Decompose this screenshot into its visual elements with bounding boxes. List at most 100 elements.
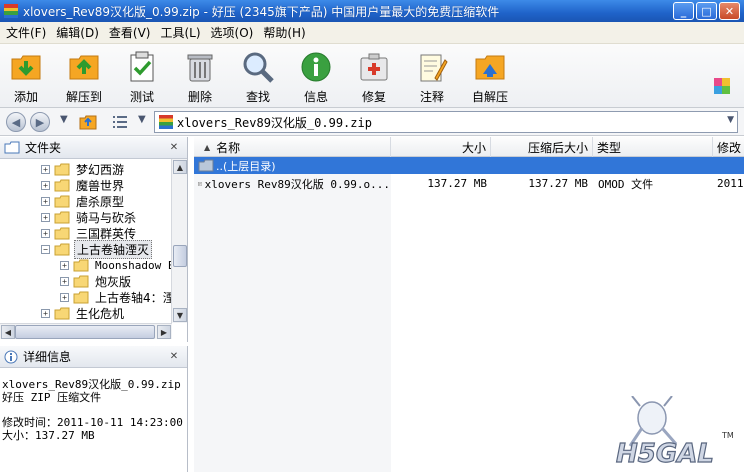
details-filename: xlovers_Rev89汉化版_0.99.zip: [2, 378, 181, 391]
tree-item[interactable]: + 梦幻西游: [41, 161, 126, 177]
history-dropdown-icon[interactable]: ▼: [60, 114, 68, 125]
column-header-name[interactable]: ▲ 名称: [194, 137, 391, 157]
details-panel-header: 详细信息 ✕: [0, 346, 187, 368]
tree-item-label: 炮灰版: [95, 274, 132, 289]
info-button[interactable]: 信息: [287, 50, 345, 105]
folder-panel-header: 文件夹 ✕: [0, 137, 187, 159]
parent-directory-row[interactable]: ..(上层目录): [194, 157, 744, 174]
up-folder-icon[interactable]: [79, 113, 97, 130]
collapse-icon[interactable]: −: [41, 244, 50, 254]
details-filetype: 好压 ZIP 压缩文件: [2, 391, 102, 404]
scroll-down-icon[interactable]: ▼: [173, 308, 187, 322]
close-details-panel-icon[interactable]: ✕: [167, 349, 181, 363]
tree-item-label: 魔兽世界: [76, 178, 125, 193]
tree-item-label: 上古卷轴湮灭: [74, 239, 153, 259]
add-button[interactable]: 添加: [0, 50, 55, 105]
info-icon: [4, 350, 18, 363]
delete-label: 删除: [187, 90, 212, 104]
test-button[interactable]: 测试: [113, 50, 171, 105]
close-folder-panel-icon[interactable]: ✕: [167, 140, 181, 154]
find-button[interactable]: 查找: [229, 50, 287, 105]
folder-icon: [73, 275, 89, 287]
menu-options[interactable]: 选项(O): [207, 24, 258, 41]
delete-button[interactable]: 删除: [171, 50, 229, 105]
maximize-button[interactable]: □: [696, 2, 717, 20]
address-field[interactable]: xlovers_Rev89汉化版_0.99.zip ▼: [154, 111, 738, 133]
address-dropdown-icon[interactable]: ▼: [727, 115, 734, 125]
view-dropdown-icon[interactable]: ▼: [138, 114, 146, 125]
menu-file[interactable]: 文件(F): [2, 24, 50, 41]
expand-icon[interactable]: +: [60, 292, 69, 302]
expand-icon[interactable]: +: [41, 164, 50, 174]
trash-icon: [187, 54, 213, 82]
menu-view[interactable]: 查看(V): [105, 24, 155, 41]
close-button[interactable]: ✕: [719, 2, 740, 20]
tree-item-label: 生化危机: [76, 306, 125, 321]
first-aid-kit-icon: [360, 53, 388, 81]
tree-item[interactable]: + 骑马与砍杀: [41, 209, 138, 225]
notepad-pencil-icon: [420, 54, 448, 82]
column-header-type[interactable]: 类型: [593, 137, 713, 157]
view-mode-icon[interactable]: [112, 115, 128, 129]
folder-icon: [73, 291, 89, 303]
folder-tree: + 梦幻西游 + 魔兽世界 + 虐杀原型 + 骑马与砍杀 + 三国群英传 − 上…: [0, 159, 172, 323]
menu-tools[interactable]: 工具(L): [156, 24, 204, 41]
sort-ascending-icon: ▲: [204, 142, 211, 152]
scroll-thumb[interactable]: [173, 245, 187, 267]
menu-edit[interactable]: 编辑(D): [52, 24, 103, 41]
file-size: 137.27 MB: [427, 177, 487, 190]
folder-tree-hscrollbar[interactable]: ◀ ▶: [0, 323, 172, 339]
folder-icon: [54, 227, 70, 239]
find-label: 查找: [245, 90, 270, 104]
extract-folder-icon: [69, 55, 99, 80]
h5gal-watermark-logo: H5GAL TM: [615, 396, 734, 468]
expand-icon[interactable]: +: [41, 196, 50, 206]
tree-item-selected[interactable]: − 上古卷轴湮灭: [41, 239, 153, 259]
comment-button[interactable]: 注释: [403, 50, 461, 105]
back-button[interactable]: ◀: [6, 112, 26, 132]
tree-item-label: 骑马与砍杀: [76, 210, 137, 225]
info-label: 信息: [303, 90, 328, 104]
tree-item[interactable]: + 炮灰版: [60, 273, 133, 289]
folder-icon: [54, 179, 70, 191]
window-title: xlovers_Rev89汉化版_0.99.zip - 好压 (2345旗下产品…: [23, 4, 500, 19]
tree-item[interactable]: + 虐杀原型: [41, 193, 126, 209]
test-label: 测试: [129, 90, 154, 104]
expand-icon[interactable]: +: [60, 260, 69, 270]
minimize-button[interactable]: _: [673, 2, 694, 20]
tree-item[interactable]: + 生化危机: [41, 305, 126, 321]
folder-icon: [54, 163, 70, 175]
sfx-button[interactable]: 自解压: [461, 50, 519, 105]
scroll-right-icon[interactable]: ▶: [157, 325, 171, 339]
folder-tree-vscrollbar[interactable]: ▲ ▼: [171, 159, 187, 323]
address-bar: ◀ ▶ ▼ ▼ xlovers_Rev89汉化版_0.99.zip ▼: [0, 108, 744, 136]
expand-icon[interactable]: +: [60, 276, 69, 286]
tree-item[interactable]: + 上古卷轴4：湮: [60, 289, 172, 305]
scroll-up-icon[interactable]: ▲: [173, 160, 187, 174]
expand-icon[interactable]: +: [41, 180, 50, 190]
column-header-packed-size[interactable]: 压缩后大小: [491, 137, 593, 157]
comment-label: 注释: [419, 90, 444, 104]
haozip-app-icon: [4, 4, 18, 18]
scroll-thumb[interactable]: [15, 325, 155, 339]
table-row[interactable]: xlovers Rev89汉化版 0.99.o... 137.27 MB 137…: [194, 175, 744, 192]
column-header-size[interactable]: 大小: [391, 137, 491, 157]
expand-icon[interactable]: +: [41, 228, 50, 238]
tree-item[interactable]: + Moonshadow E: [60, 257, 172, 273]
menu-help[interactable]: 帮助(H): [259, 24, 309, 41]
expand-icon[interactable]: +: [41, 308, 50, 318]
expand-icon[interactable]: +: [41, 212, 50, 222]
tree-item[interactable]: + 魔兽世界: [41, 177, 126, 193]
extract-to-button[interactable]: 解压到: [55, 50, 113, 105]
open-folder-icon: [54, 243, 70, 255]
scroll-left-icon[interactable]: ◀: [1, 325, 15, 339]
details-panel: 详细信息 ✕ xlovers_Rev89汉化版_0.99.zip 好压 ZIP …: [0, 346, 188, 472]
toolbar: 添加 解压到 测试 删除 查找 信息 修复 注释 自解压: [0, 44, 744, 108]
skin-palette-icon[interactable]: [714, 78, 730, 94]
arrow-right-icon: ▶: [35, 115, 45, 129]
info-icon: [301, 52, 331, 82]
forward-button[interactable]: ▶: [30, 112, 50, 132]
details-panel-title: 详细信息: [23, 350, 72, 364]
column-header-modified[interactable]: 修改: [713, 137, 744, 157]
repair-button[interactable]: 修复: [345, 50, 403, 105]
